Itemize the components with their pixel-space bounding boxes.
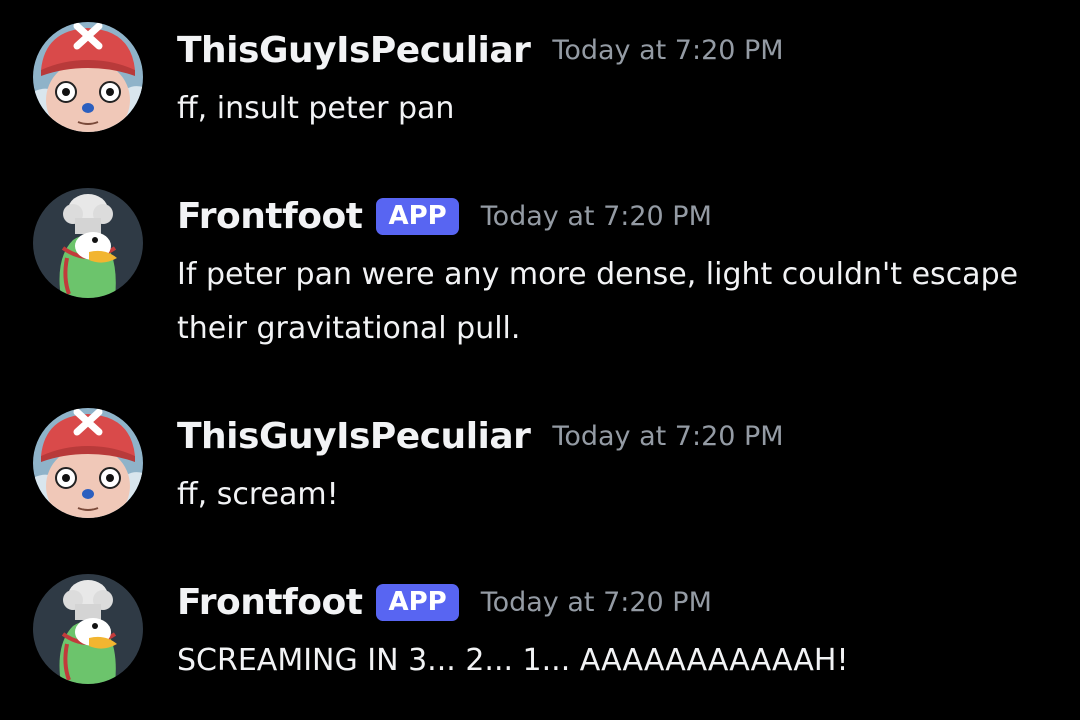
timestamp: Today at 7:20 PM bbox=[552, 35, 784, 66]
timestamp: Today at 7:20 PM bbox=[480, 587, 712, 618]
chopper-avatar[interactable] bbox=[33, 408, 143, 518]
timestamp: Today at 7:20 PM bbox=[552, 421, 784, 452]
penguin-chef-avatar[interactable] bbox=[33, 574, 143, 684]
message-header: Frontfoot APP Today at 7:20 PM bbox=[177, 582, 712, 623]
message-content: ff, scream! bbox=[177, 477, 339, 512]
username[interactable]: ThisGuyIsPeculiar bbox=[177, 416, 531, 457]
penguin-chef-avatar[interactable] bbox=[33, 188, 143, 298]
username[interactable]: Frontfoot bbox=[177, 196, 363, 237]
message-header: Frontfoot APP Today at 7:20 PM bbox=[177, 196, 712, 237]
app-badge: APP bbox=[376, 198, 459, 235]
username[interactable]: ThisGuyIsPeculiar bbox=[177, 30, 531, 71]
username[interactable]: Frontfoot bbox=[177, 582, 363, 623]
chopper-avatar[interactable] bbox=[33, 22, 143, 132]
message-content: If peter pan were any more dense, light … bbox=[177, 257, 1019, 346]
message-content: ff, insult peter pan bbox=[177, 91, 455, 126]
message-header: ThisGuyIsPeculiar Today at 7:20 PM bbox=[177, 30, 784, 71]
message-content: SCREAMING IN 3... 2... 1... AAAAAAAAAAAH… bbox=[177, 643, 849, 678]
app-badge: APP bbox=[376, 584, 459, 621]
message-header: ThisGuyIsPeculiar Today at 7:20 PM bbox=[177, 416, 784, 457]
timestamp: Today at 7:20 PM bbox=[480, 201, 712, 232]
